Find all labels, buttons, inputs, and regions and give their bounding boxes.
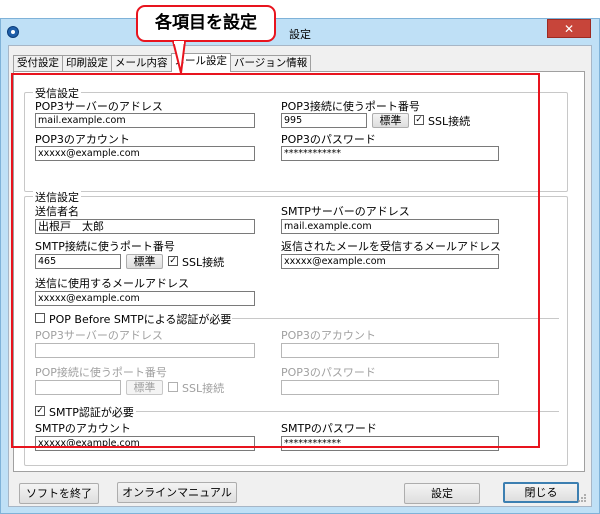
mail-settings-panel: 受信設定 POP3サーバーのアドレス mail.example.com POP3… — [13, 71, 585, 472]
smtp-password-input[interactable]: ************ — [281, 436, 499, 451]
pb-server-label: POP3サーバーのアドレス — [35, 329, 163, 342]
separator — [232, 318, 559, 319]
pb-ssl-checkbox[interactable] — [168, 382, 178, 392]
close-window-button[interactable]: ✕ — [547, 19, 591, 38]
pop3-server-label: POP3サーバーのアドレス — [35, 100, 163, 113]
tab-mail-content[interactable]: メール内容 — [111, 55, 172, 72]
pb-password-label: POP3のパスワード — [281, 366, 376, 379]
smtp-port-input[interactable]: 465 — [35, 254, 121, 269]
callout-balloon: 各項目を設定 — [136, 5, 276, 42]
smtp-account-input[interactable]: xxxxx@example.com — [35, 436, 255, 451]
separator — [136, 411, 559, 412]
pb-ssl-label: SSL接続 — [182, 382, 225, 395]
reply-address-label: 返信されたメールを受信するメールアドレス — [281, 240, 501, 253]
smtp-ssl-label: SSL接続 — [182, 256, 225, 269]
pb-port-label: POP接続に使うポート番号 — [35, 366, 167, 379]
dialog-client-area: 受付設定 印刷設定 メール内容 メール設定 バージョン情報 受信設定 POP3サ… — [8, 45, 592, 507]
smtp-password-label: SMTPのパスワード — [281, 422, 377, 435]
settings-window: 設定 ✕ 受付設定 印刷設定 メール内容 メール設定 バージョン情報 受信設定 … — [0, 18, 600, 514]
callout-pointer-icon — [172, 41, 186, 73]
pop3-account-label: POP3のアカウント — [35, 133, 130, 146]
from-address-input[interactable]: xxxxx@example.com — [35, 291, 255, 306]
smtp-account-label: SMTPのアカウント — [35, 422, 131, 435]
online-manual-button[interactable]: オンラインマニュアル — [117, 482, 237, 503]
sender-name-label: 送信者名 — [35, 205, 79, 218]
pop3-account-input[interactable]: xxxxx@example.com — [35, 146, 255, 161]
pop3-port-label: POP3接続に使うポート番号 — [281, 100, 420, 113]
settings-button[interactable]: 設定 — [404, 483, 480, 504]
app-icon — [7, 26, 19, 38]
pop-before-smtp-label: POP Before SMTPによる認証が必要 — [49, 313, 232, 326]
resize-grip-icon[interactable] — [577, 493, 587, 503]
smtp-ssl-checkbox[interactable]: ✓ — [168, 256, 178, 266]
pb-password-input[interactable] — [281, 380, 499, 395]
smtp-standard-button[interactable]: 標準 — [126, 254, 163, 269]
check-icon: ✓ — [415, 115, 423, 125]
check-icon: ✓ — [36, 406, 44, 416]
pop3-standard-button[interactable]: 標準 — [372, 113, 409, 128]
check-icon: ✓ — [169, 256, 177, 266]
tab-reception[interactable]: 受付設定 — [13, 55, 63, 72]
title-bar: 設定 ✕ — [1, 19, 599, 45]
pb-account-input[interactable] — [281, 343, 499, 358]
pb-port-input[interactable] — [35, 380, 121, 395]
pb-server-input[interactable] — [35, 343, 255, 358]
tab-print[interactable]: 印刷設定 — [62, 55, 112, 72]
pop3-port-input[interactable]: 995 — [281, 113, 367, 128]
pb-standard-button[interactable]: 標準 — [126, 380, 163, 395]
pb-account-label: POP3のアカウント — [281, 329, 376, 342]
pop-before-smtp-checkbox[interactable] — [35, 313, 45, 323]
reply-address-input[interactable]: xxxxx@example.com — [281, 254, 499, 269]
pop3-password-label: POP3のパスワード — [281, 133, 376, 146]
smtp-server-input[interactable]: mail.example.com — [281, 219, 499, 234]
callout-text: 各項目を設定 — [155, 13, 257, 33]
pop3-password-input[interactable]: ************ — [281, 146, 499, 161]
smtp-server-label: SMTPサーバーのアドレス — [281, 205, 410, 218]
quit-software-button[interactable]: ソフトを終了 — [19, 483, 99, 504]
pop3-ssl-checkbox[interactable]: ✓ — [414, 115, 424, 125]
tab-strip: 受付設定 印刷設定 メール内容 メール設定 バージョン情報 — [13, 53, 312, 72]
smtp-auth-checkbox[interactable]: ✓ — [35, 406, 45, 416]
smtp-auth-label: SMTP認証が必要 — [49, 406, 134, 419]
close-icon: ✕ — [563, 22, 575, 36]
from-address-label: 送信に使用するメールアドレス — [35, 277, 189, 290]
sender-name-input[interactable]: 出根戸 太郎 — [35, 219, 255, 234]
pop3-ssl-label: SSL接続 — [428, 115, 471, 128]
tab-version-info[interactable]: バージョン情報 — [230, 55, 312, 72]
window-title: 設定 — [289, 28, 311, 41]
close-button[interactable]: 閉じる — [503, 482, 579, 503]
smtp-port-label: SMTP接続に使うポート番号 — [35, 240, 175, 253]
pop3-server-input[interactable]: mail.example.com — [35, 113, 255, 128]
